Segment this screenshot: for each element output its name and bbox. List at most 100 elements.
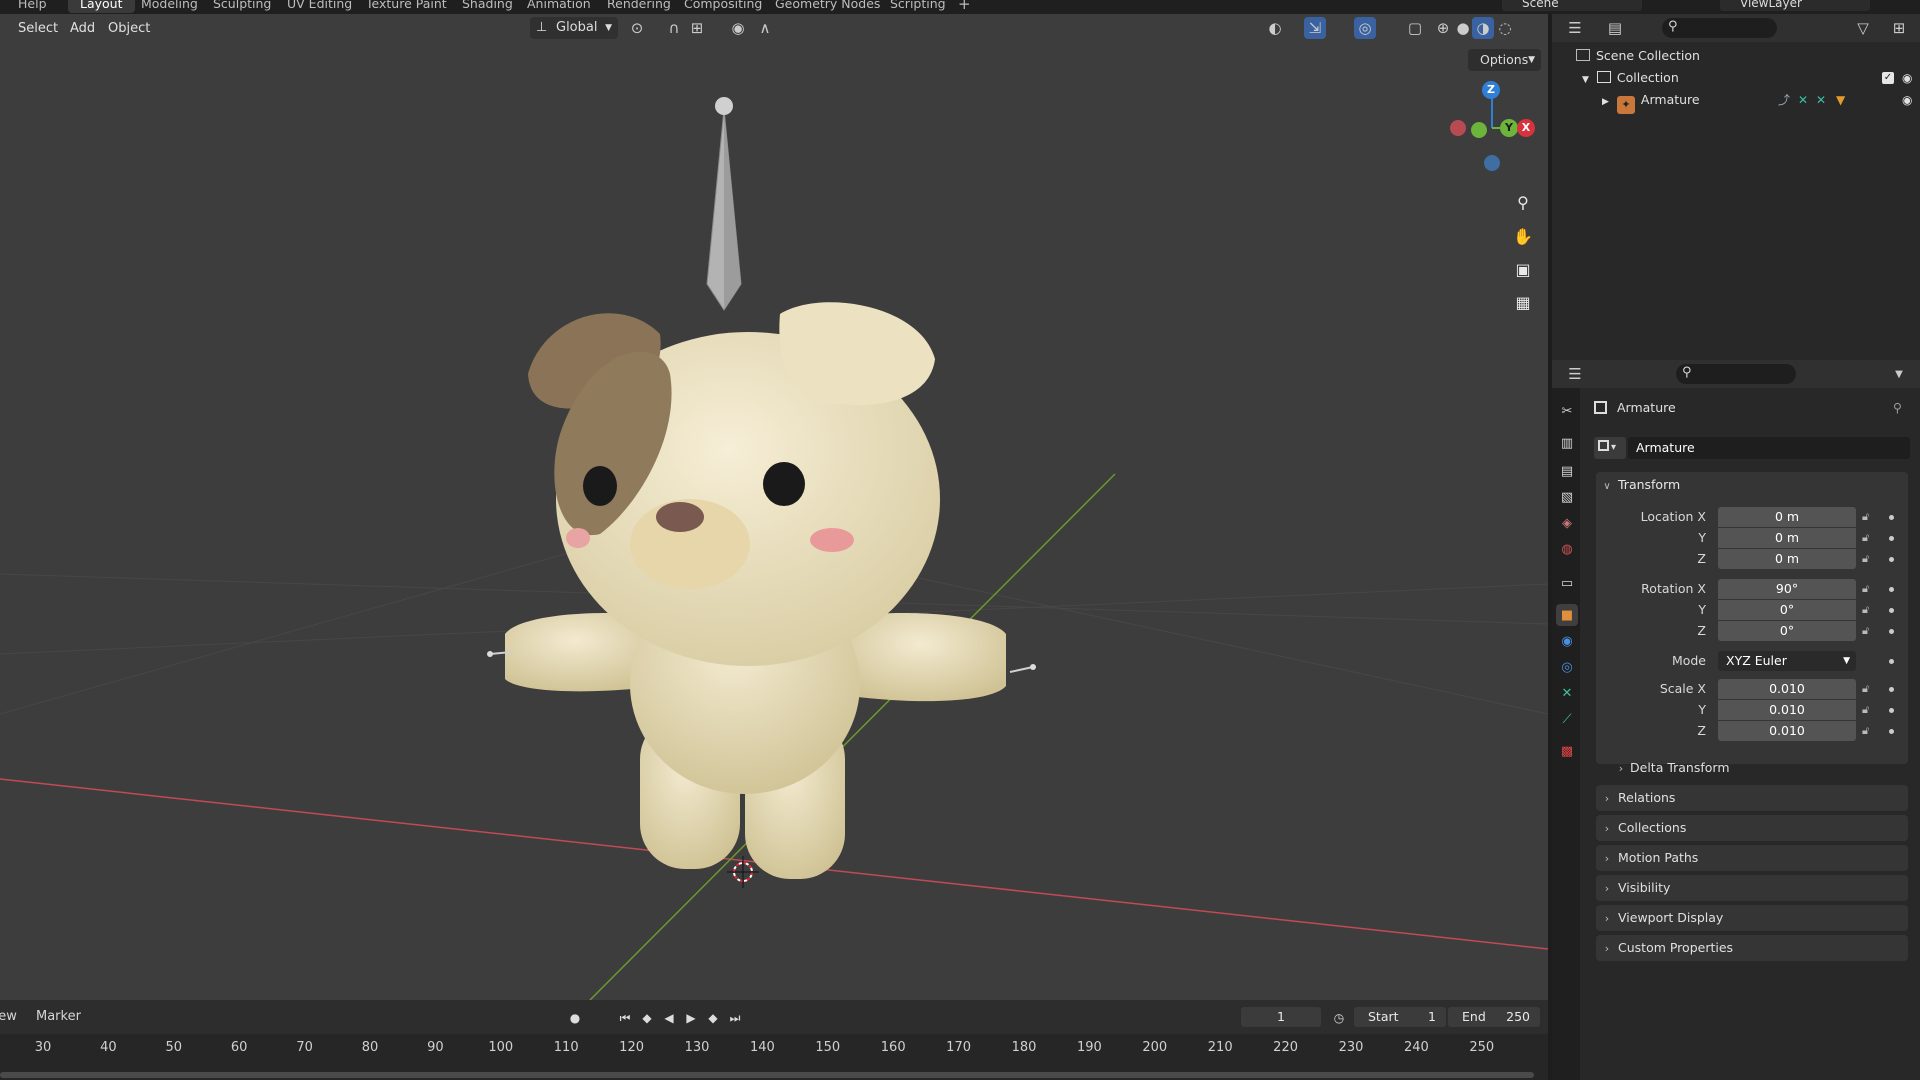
prev-keyframe-icon[interactable]: ◆ bbox=[638, 1009, 656, 1027]
view-layer-tab-icon[interactable]: ▧ bbox=[1556, 486, 1578, 508]
play-reverse-icon[interactable]: ◀ bbox=[660, 1009, 678, 1027]
rendered-shading-icon[interactable]: ◌ bbox=[1494, 17, 1516, 39]
keyframe-dot[interactable] bbox=[1889, 557, 1894, 562]
perspective-grid-icon[interactable]: ▦ bbox=[1509, 288, 1537, 316]
keyframe-dot[interactable] bbox=[1889, 536, 1894, 541]
viewport-display-panel[interactable]: › Viewport Display bbox=[1596, 905, 1908, 931]
solid-shading-icon[interactable]: ● bbox=[1452, 17, 1474, 39]
pin-icon[interactable]: ⚲ bbox=[1893, 398, 1902, 418]
keyframe-dot[interactable] bbox=[1889, 729, 1894, 734]
lock-icon[interactable]: 🔓︎ bbox=[1862, 528, 1869, 548]
collections-panel[interactable]: › Collections bbox=[1596, 815, 1908, 841]
select-menu[interactable]: Select bbox=[18, 21, 58, 36]
lock-icon[interactable]: 🔓︎ bbox=[1862, 579, 1869, 599]
output-tab-icon[interactable]: ▤ bbox=[1556, 460, 1578, 482]
keyframe-dot[interactable] bbox=[1889, 608, 1894, 613]
mesh-data-icon[interactable]: ▼ bbox=[1836, 89, 1845, 111]
scene-selector[interactable]: Scene bbox=[1502, 0, 1642, 11]
keyframe-dot[interactable] bbox=[1889, 629, 1894, 634]
outliner-search-input[interactable]: ⚲ bbox=[1662, 18, 1777, 38]
keyframe-dot[interactable] bbox=[1889, 515, 1894, 520]
tab-uv-editing[interactable]: UV Editing bbox=[287, 0, 352, 13]
exclude-checkbox[interactable]: ✓ bbox=[1882, 72, 1894, 84]
texture-tab-icon[interactable]: ▩ bbox=[1556, 740, 1578, 762]
wireframe-shading-icon[interactable]: ⊕ bbox=[1432, 17, 1454, 39]
tab-shading[interactable]: Shading bbox=[462, 0, 513, 13]
scale-z-field[interactable]: 0.010 bbox=[1718, 721, 1856, 741]
proportional-edit-icon[interactable]: ◉ bbox=[727, 17, 749, 39]
relations-panel[interactable]: › Relations bbox=[1596, 785, 1908, 811]
zoom-icon[interactable]: ⚲ bbox=[1509, 188, 1537, 216]
rotation-x-field[interactable]: 90° bbox=[1718, 579, 1856, 599]
pan-hand-icon[interactable]: ✋ bbox=[1509, 222, 1537, 250]
overlay-toggle-icon[interactable]: ◎ bbox=[1354, 17, 1376, 39]
tab-sculpting[interactable]: Sculpting bbox=[213, 0, 271, 13]
keyframe-dot[interactable] bbox=[1889, 687, 1894, 692]
rotation-z-field[interactable]: 0° bbox=[1718, 621, 1856, 641]
tab-animation[interactable]: Animation bbox=[527, 0, 591, 13]
object-name-field[interactable]: Armature bbox=[1628, 437, 1910, 459]
rotation-y-field[interactable]: 0° bbox=[1718, 600, 1856, 620]
properties-search-input[interactable]: ⚲ bbox=[1676, 364, 1796, 384]
eye-icon[interactable]: ◉ bbox=[1902, 89, 1912, 111]
snap-magnet-icon[interactable]: ∩ bbox=[663, 17, 685, 39]
transform-panel-header[interactable]: ∨ Transform bbox=[1596, 474, 1908, 496]
lock-icon[interactable]: 🔓︎ bbox=[1862, 549, 1869, 569]
marker-menu[interactable]: Marker bbox=[36, 1009, 81, 1024]
scale-x-field[interactable]: 0.010 bbox=[1718, 679, 1856, 699]
tab-scripting[interactable]: Scripting bbox=[890, 0, 946, 13]
right-arm-bone[interactable] bbox=[1009, 666, 1034, 673]
keyframe-dot[interactable] bbox=[1889, 708, 1894, 713]
xray-toggle-icon[interactable]: ▢ bbox=[1404, 17, 1426, 39]
view-layer-selector[interactable]: ViewLayer bbox=[1720, 0, 1870, 11]
gizmo-z-axis[interactable]: Z bbox=[1482, 81, 1500, 99]
render-tab-icon[interactable]: ▥ bbox=[1556, 432, 1578, 454]
editor-type-icon[interactable]: ☰ bbox=[1564, 17, 1586, 39]
snap-increment-icon[interactable]: ⊞ bbox=[686, 17, 708, 39]
timeline-scrollbar[interactable] bbox=[0, 1072, 1534, 1078]
keyframe-dot[interactable] bbox=[1889, 587, 1894, 592]
pose-icon[interactable]: ✕ bbox=[1798, 89, 1808, 111]
add-workspace-button[interactable]: + bbox=[958, 0, 971, 13]
object-type-dropdown[interactable]: ▾ bbox=[1594, 437, 1626, 459]
timeline[interactable]: View Marker ● ⏮ ◆ ◀ ▶ ◆ ⏭ 1 ◷ Start 1 End… bbox=[0, 1000, 1548, 1080]
delta-transform-subpanel[interactable]: › Delta Transform bbox=[1612, 757, 1902, 779]
scene-collection-row[interactable]: Scene Collection bbox=[1576, 45, 1700, 67]
tab-texture-paint[interactable]: Texture Paint bbox=[366, 0, 447, 13]
lock-icon[interactable]: 🔓︎ bbox=[1862, 679, 1869, 699]
options-dropdown[interactable]: Options ▼ bbox=[1468, 49, 1541, 71]
start-frame-field[interactable]: Start 1 bbox=[1354, 1007, 1446, 1027]
visibility-eye-icon[interactable]: ◐ bbox=[1264, 17, 1286, 39]
view-menu[interactable]: View bbox=[0, 1009, 17, 1024]
help-menu[interactable]: Help bbox=[18, 0, 47, 13]
pivot-point-icon[interactable]: ⊙ bbox=[626, 17, 648, 39]
material-shading-icon[interactable]: ◑ bbox=[1472, 17, 1494, 39]
eye-icon[interactable]: ◉ bbox=[1902, 67, 1912, 89]
tab-compositing[interactable]: Compositing bbox=[684, 0, 762, 13]
tab-geometry-nodes[interactable]: Geometry Nodes bbox=[775, 0, 880, 13]
play-icon[interactable]: ▶ bbox=[682, 1009, 700, 1027]
armature-row[interactable]: ▶✦Armature ⤴ ✕ ✕ ▼ ◉ ▣ bbox=[1602, 89, 1918, 114]
new-collection-icon[interactable]: ⊞ bbox=[1888, 17, 1910, 39]
collection-row[interactable]: ▼Collection ✓ ◉ ▣ bbox=[1582, 67, 1918, 89]
end-frame-field[interactable]: End 250 bbox=[1448, 1007, 1540, 1027]
filter-icon[interactable]: ▽ bbox=[1852, 17, 1874, 39]
rotation-mode-dropdown[interactable]: XYZ Euler ▼ bbox=[1718, 651, 1856, 671]
lock-icon[interactable]: 🔓︎ bbox=[1862, 700, 1869, 720]
lock-icon[interactable]: 🔓︎ bbox=[1862, 621, 1869, 641]
tool-tab-icon[interactable]: ✂ bbox=[1556, 400, 1578, 422]
lock-icon[interactable]: 🔓︎ bbox=[1862, 507, 1869, 527]
scale-y-field[interactable]: 0.010 bbox=[1718, 700, 1856, 720]
object-menu[interactable]: Object bbox=[108, 21, 150, 36]
custom-properties-panel[interactable]: › Custom Properties bbox=[1596, 935, 1908, 961]
chevron-down-icon[interactable]: ▼ bbox=[1888, 363, 1910, 385]
motion-paths-panel[interactable]: › Motion Paths bbox=[1596, 845, 1908, 871]
location-y-field[interactable]: 0 m bbox=[1718, 528, 1856, 548]
visibility-panel[interactable]: › Visibility bbox=[1596, 875, 1908, 901]
armature-bone[interactable] bbox=[706, 97, 742, 311]
lock-icon[interactable]: 🔓︎ bbox=[1862, 600, 1869, 620]
tab-modeling[interactable]: Modeling bbox=[141, 0, 198, 13]
falloff-curve-icon[interactable]: ∧ bbox=[754, 17, 776, 39]
location-x-field[interactable]: 0 m bbox=[1718, 507, 1856, 527]
jump-start-icon[interactable]: ⏮ bbox=[616, 1009, 634, 1027]
